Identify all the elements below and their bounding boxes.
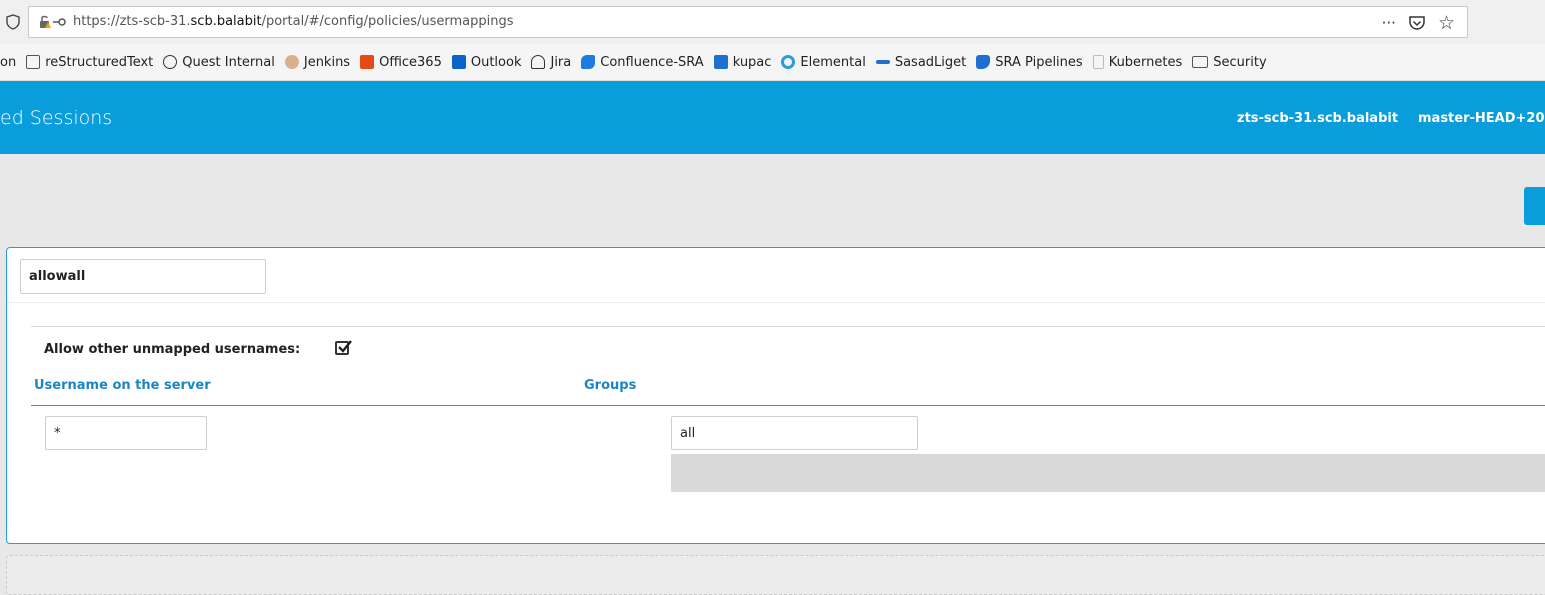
commit-button[interactable] <box>1524 187 1545 225</box>
bookmark-outlook[interactable]: Outlook <box>451 55 521 70</box>
bookmarks-bar: on reStructuredText Quest Internal Jenki… <box>0 44 1545 81</box>
add-group-row[interactable] <box>671 454 1545 492</box>
jira-icon <box>531 55 546 69</box>
bookmark-quest-internal[interactable]: Quest Internal <box>163 55 275 70</box>
allow-unmapped-checkbox[interactable] <box>335 340 352 355</box>
allow-unmapped-label: Allow other unmapped usernames: <box>44 342 301 357</box>
bookmark-office365[interactable]: Office365 <box>360 55 442 70</box>
policy-name-input[interactable] <box>20 259 266 294</box>
column-header-username: Username on the server <box>34 378 211 393</box>
confluence-icon <box>581 55 596 69</box>
url-bar[interactable]: https://zts-scb-31.scb.balabit/portal/#/… <box>28 6 1468 38</box>
build-version-label: master-HEAD+20 <box>1418 111 1545 126</box>
bookmark-confluence-sra[interactable]: Confluence-SRA <box>581 55 704 70</box>
app-title: ed Sessions <box>0 107 113 129</box>
bookmark-star-icon[interactable]: ☆ <box>1438 12 1455 34</box>
checkmark-icon <box>338 340 352 353</box>
app-header: ed Sessions zts-scb-31.scb.balabit maste… <box>0 81 1545 154</box>
add-policy-placeholder[interactable] <box>6 555 1545 595</box>
bookmark-sra-pipelines[interactable]: SRA Pipelines <box>976 55 1083 70</box>
hostname-label: zts-scb-31.scb.balabit <box>1237 111 1399 126</box>
usermapping-policy-panel: Allow other unmapped usernames: Username… <box>6 247 1545 544</box>
globe-icon <box>163 55 178 69</box>
insecure-lock-icon[interactable] <box>39 14 67 30</box>
panel-header <box>7 248 1545 303</box>
folder-icon <box>1192 56 1209 68</box>
rst-icon <box>26 55 41 69</box>
bookmark-elemental[interactable]: Elemental <box>781 55 866 70</box>
bookmark-kupac[interactable]: kupac <box>713 55 771 70</box>
commit-icon <box>875 60 890 64</box>
bookmark-jenkins[interactable]: Jenkins <box>284 55 350 70</box>
server-username-input[interactable] <box>45 416 207 450</box>
bookmark-sasadliget[interactable]: SasadLiget <box>875 55 966 70</box>
group-input[interactable] <box>671 416 918 450</box>
elemental-icon <box>781 55 796 69</box>
pocket-icon[interactable] <box>1408 14 1426 32</box>
url-text[interactable]: https://zts-scb-31.scb.balabit/portal/#/… <box>73 14 514 29</box>
pipelines-icon <box>976 55 991 69</box>
dsm-icon <box>713 55 728 69</box>
column-header-groups: Groups <box>584 378 637 393</box>
column-divider <box>31 405 1545 406</box>
bookmark-kubernetes[interactable]: Kubernetes <box>1092 55 1182 70</box>
office-icon <box>360 55 375 69</box>
jenkins-icon <box>284 55 299 69</box>
outlook-icon <box>451 55 466 69</box>
bookmark-restructuredtext[interactable]: reStructuredText <box>26 55 153 70</box>
bookmark-security[interactable]: Security <box>1192 55 1267 70</box>
page-icon <box>1092 55 1104 69</box>
shield-icon[interactable] <box>6 14 20 30</box>
bookmark-on[interactable]: on <box>0 55 16 70</box>
bookmark-jira[interactable]: Jira <box>531 55 571 70</box>
browser-toolbar: https://zts-scb-31.scb.balabit/portal/#/… <box>0 0 1545 44</box>
divider <box>31 326 1545 327</box>
page-actions-icon[interactable]: ··· <box>1382 14 1396 32</box>
